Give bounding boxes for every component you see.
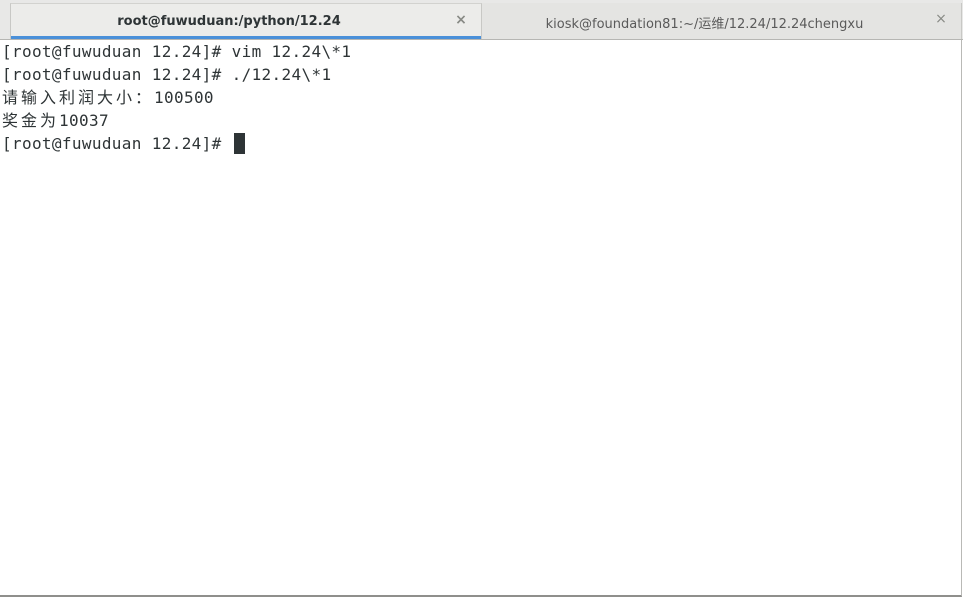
input-prompt-label: 请输入利润大小： <box>2 88 155 107</box>
tab-kiosk-foundation[interactable]: kiosk@foundation81:~/运维/12.24/12.24cheng… <box>482 3 962 39</box>
bonus-value: 10037 <box>59 111 109 130</box>
close-icon[interactable]: × <box>453 12 469 28</box>
terminal-line: 奖金为10037 <box>2 109 109 132</box>
close-icon[interactable]: × <box>933 11 949 27</box>
tab-label: root@fuwuduan:/python/12.24 <box>117 14 341 29</box>
bonus-label: 奖金为 <box>2 111 60 130</box>
tab-label: kiosk@foundation81:~/运维/12.24/12.24cheng… <box>545 17 864 32</box>
shell-prompt: [root@fuwuduan 12.24]# <box>2 134 232 153</box>
terminal-line: 请输入利润大小：100500 <box>2 86 214 109</box>
terminal-line: [root@fuwuduan 12.24]# vim 12.24\*1 <box>2 42 352 61</box>
terminal-window: root@fuwuduan:/python/12.24 × kiosk@foun… <box>0 0 963 597</box>
text-cursor <box>233 133 245 154</box>
terminal-line: [root@fuwuduan 12.24]# <box>2 132 245 155</box>
tab-bar: root@fuwuduan:/python/12.24 × kiosk@foun… <box>0 0 963 40</box>
terminal-output[interactable]: [root@fuwuduan 12.24]# vim 12.24\*1 [roo… <box>0 40 962 597</box>
tab-root-python[interactable]: root@fuwuduan:/python/12.24 × <box>10 3 482 39</box>
input-prompt-value: 100500 <box>154 88 214 107</box>
terminal-line: [root@fuwuduan 12.24]# ./12.24\*1 <box>2 65 332 84</box>
